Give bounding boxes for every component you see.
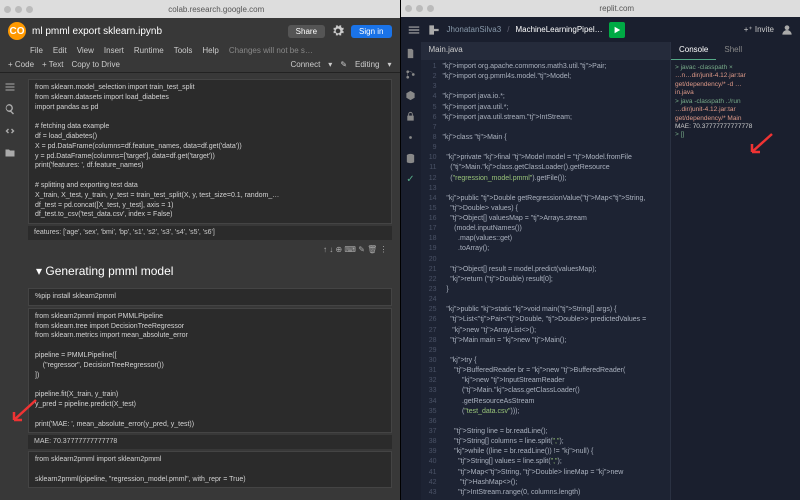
folder-icon[interactable] bbox=[4, 147, 16, 159]
cell-output: features: ['age', 'sex', 'bmi', 'bp', 's… bbox=[28, 226, 392, 240]
console-output[interactable]: > javac -classpath ×…n…dir/junit-4.12.ja… bbox=[671, 60, 800, 500]
database-icon[interactable] bbox=[405, 153, 416, 164]
menu-insert[interactable]: Insert bbox=[104, 46, 124, 55]
menu-help[interactable]: Help bbox=[202, 46, 218, 55]
code-cell[interactable]: from sklearn2pmml import PMMLPipeline fr… bbox=[28, 308, 392, 434]
replit-sidebar: ✓ bbox=[401, 42, 421, 500]
code-cell[interactable]: from sklearn.model_selection import trai… bbox=[28, 79, 392, 224]
signin-button[interactable]: Sign in bbox=[351, 25, 391, 38]
browser-tabbar: colab.research.google.com bbox=[0, 0, 400, 18]
add-code-button[interactable]: + Code bbox=[8, 60, 34, 69]
project-name[interactable]: MachineLearningPipel… bbox=[515, 25, 602, 34]
menu-view[interactable]: View bbox=[77, 46, 94, 55]
user-icon[interactable] bbox=[780, 23, 794, 37]
menu-runtime[interactable]: Runtime bbox=[134, 46, 164, 55]
notebook-filename[interactable]: ml pmml export sklearn.ipynb bbox=[32, 26, 162, 37]
save-status: Changes will not be s… bbox=[229, 46, 313, 55]
address-bar[interactable]: replit.com bbox=[438, 4, 797, 13]
editor-tab[interactable]: Main.java bbox=[421, 42, 671, 60]
files-icon[interactable] bbox=[405, 48, 416, 59]
code-editor[interactable]: Main.java 1"kj">import org.apache.common… bbox=[421, 42, 671, 500]
check-icon: ✓ bbox=[406, 174, 414, 185]
left-sidebar bbox=[0, 73, 20, 500]
search-icon[interactable] bbox=[4, 103, 16, 115]
cell-toolbar[interactable]: ↑ ↓ ⊕ ⌨ ✎ 🗑 ⋮ bbox=[24, 242, 396, 257]
replit-header: JhonatanSilva3 / MachineLearningPipel… +… bbox=[401, 17, 800, 42]
colab-toolbar: + Code + Text Copy to Drive Connect ▾ ✎ … bbox=[0, 57, 400, 73]
run-button[interactable] bbox=[609, 22, 625, 38]
notebook-area[interactable]: from sklearn.model_selection import trai… bbox=[20, 73, 400, 500]
code-icon[interactable] bbox=[4, 125, 16, 137]
menu-tools[interactable]: Tools bbox=[174, 46, 193, 55]
replit-logo-icon bbox=[427, 23, 441, 37]
address-bar[interactable]: colab.research.google.com bbox=[37, 5, 396, 14]
cell-output: MAE: 70.37777777777778 bbox=[28, 435, 392, 449]
browser-tabbar: replit.com bbox=[401, 0, 800, 17]
colab-logo-icon: CO bbox=[8, 22, 26, 40]
share-button[interactable]: Share bbox=[288, 25, 325, 38]
editing-mode[interactable]: Editing bbox=[355, 60, 379, 69]
settings-icon[interactable] bbox=[331, 24, 345, 38]
colab-header: CO ml pmml export sklearn.ipynb Share Si… bbox=[0, 18, 400, 44]
console-tab[interactable]: Console bbox=[671, 42, 716, 60]
add-text-button[interactable]: + Text bbox=[42, 60, 63, 69]
packages-icon[interactable] bbox=[405, 90, 416, 101]
menu-bar: File Edit View Insert Runtime Tools Help… bbox=[0, 44, 400, 57]
menu-file[interactable]: File bbox=[30, 46, 43, 55]
code-cell[interactable]: from sklearn2pmml import sklearn2pmml sk… bbox=[28, 451, 392, 488]
user-crumb[interactable]: JhonatanSilva3 bbox=[447, 25, 502, 34]
vcs-icon[interactable] bbox=[405, 69, 416, 80]
secrets-icon[interactable] bbox=[405, 111, 416, 122]
shell-tab[interactable]: Shell bbox=[716, 42, 750, 60]
invite-button[interactable]: +⁺ Invite bbox=[744, 25, 774, 34]
menu-icon[interactable] bbox=[407, 23, 421, 37]
connect-button[interactable]: Connect bbox=[291, 60, 321, 69]
settings-icon[interactable] bbox=[405, 132, 416, 143]
copy-drive-button[interactable]: Copy to Drive bbox=[71, 60, 119, 69]
toc-icon[interactable] bbox=[4, 81, 16, 93]
menu-edit[interactable]: Edit bbox=[53, 46, 67, 55]
section-heading[interactable]: ▾ Generating pmml model bbox=[24, 257, 396, 286]
code-cell[interactable]: %pip install sklearn2pmml bbox=[28, 288, 392, 306]
console-panel: Console Shell > javac -classpath ×…n…dir… bbox=[670, 42, 800, 500]
